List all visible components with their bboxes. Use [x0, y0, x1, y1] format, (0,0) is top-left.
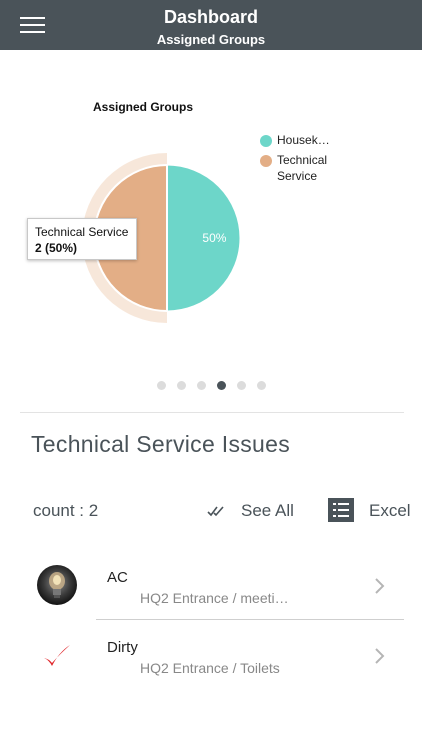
list-icon [328, 498, 354, 522]
excel-label: Excel [369, 501, 411, 520]
page-dot-4-active[interactable] [217, 381, 226, 390]
page-indicator [0, 381, 422, 391]
section-title: Technical Service Issues [31, 431, 291, 457]
legend-item-technical-service[interactable]: Technical Service [277, 152, 347, 184]
chart-tooltip: Technical Service 2 (50%) [27, 218, 137, 260]
page-dot-1[interactable] [157, 381, 166, 390]
see-all-label: See All [241, 501, 294, 520]
lightbulb-icon [49, 572, 65, 598]
issue-title: Dirty [107, 639, 138, 656]
page-dot-5[interactable] [237, 381, 246, 390]
chevron-right-icon[interactable] [374, 647, 386, 665]
pie-slice-label: 50% [202, 231, 226, 245]
issue-row[interactable]: AC HQ2 Entrance / meeti… [0, 550, 422, 620]
legend-item-housekeeping[interactable]: Housek… [277, 132, 330, 148]
tooltip-value: 2 (50%) [35, 241, 78, 255]
issue-count: count : 2 [33, 501, 99, 520]
issue-location: HQ2 Entrance / Toilets [140, 660, 280, 676]
page-dot-2[interactable] [177, 381, 186, 390]
checkmark-icon [44, 645, 70, 666]
legend-marker-housekeeping [260, 135, 272, 147]
chart-panel: Assigned Groups 50% Housek… Technical Se… [0, 0, 422, 410]
issue-location: HQ2 Entrance / meeti… [140, 590, 289, 606]
page-dot-3[interactable] [197, 381, 206, 390]
section-divider [20, 412, 404, 413]
lightbulb-avatar [37, 565, 77, 605]
page-dot-6[interactable] [257, 381, 266, 390]
tooltip-label: Technical Service [35, 225, 129, 239]
row-divider [96, 619, 404, 620]
issue-row[interactable]: Dirty HQ2 Entrance / Toilets [0, 621, 422, 691]
pie-chart[interactable]: 50% [0, 0, 422, 410]
legend-marker-technical-service [260, 155, 272, 167]
double-check-icon [207, 506, 224, 517]
issue-title: AC [107, 569, 128, 586]
chevron-right-icon[interactable] [374, 577, 386, 595]
